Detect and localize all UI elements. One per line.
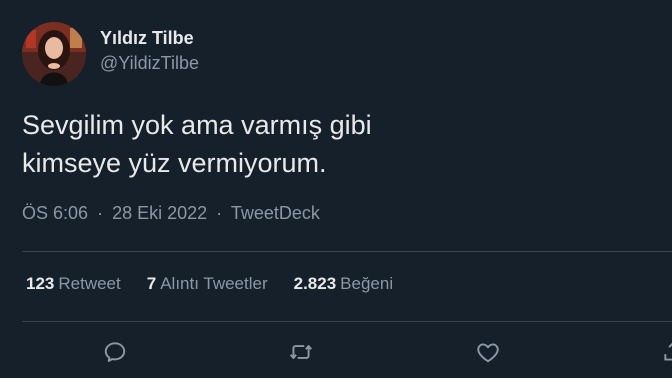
avatar-image <box>22 22 86 86</box>
reply-button[interactable] <box>101 338 129 366</box>
tweet-detail: Yıldız Tilbe @YildizTilbe Sevgilim yok a… <box>0 0 672 378</box>
divider <box>22 321 672 322</box>
like-button[interactable] <box>474 338 502 366</box>
quotes-label: Alıntı Tweetler <box>160 274 268 293</box>
retweet-icon <box>289 345 313 359</box>
tweet-time[interactable]: ÖS 6:06 <box>22 203 88 223</box>
author-names: Yıldız Tilbe @YildizTilbe <box>100 27 199 75</box>
likes-stat[interactable]: 2.823 Beğeni <box>294 274 393 294</box>
tweet-header: Yıldız Tilbe @YildizTilbe <box>22 22 199 86</box>
tweet-meta: ÖS 6:06 · 28 Eki 2022 · TweetDeck <box>22 203 320 224</box>
display-name[interactable]: Yıldız Tilbe <box>100 27 199 49</box>
tweet-actions <box>0 338 672 368</box>
retweets-label: Retweet <box>58 274 121 293</box>
separator: · <box>97 203 104 223</box>
avatar[interactable] <box>22 22 86 86</box>
tweet-text-line-1: Sevgilim yok ama varmış gibi <box>22 110 372 140</box>
retweets-stat[interactable]: 123 Retweet <box>26 274 121 294</box>
tweet-date[interactable]: 28 Eki 2022 <box>112 203 207 223</box>
tweet-source[interactable]: TweetDeck <box>231 203 320 223</box>
tweet-stats: 123 Retweet 7 Alıntı Tweetler 2.823 Beğeni <box>26 274 419 294</box>
retweet-button[interactable] <box>287 338 315 366</box>
likes-label: Beğeni <box>340 274 394 293</box>
quotes-count: 7 <box>146 274 157 293</box>
divider <box>22 251 672 252</box>
tweet-text-line-2: kimseye yüz vermiyorum. <box>22 148 327 178</box>
likes-count: 2.823 <box>293 274 337 293</box>
quotes-stat[interactable]: 7 Alıntı Tweetler <box>147 274 268 294</box>
reply-icon <box>104 342 126 362</box>
handle[interactable]: @YildizTilbe <box>100 51 199 75</box>
tweet-text: Sevgilim yok ama varmış gibi kimseye yüz… <box>22 106 642 182</box>
like-icon <box>477 343 499 363</box>
separator: · <box>216 203 223 223</box>
share-button[interactable] <box>660 338 672 366</box>
retweets-count: 123 <box>26 274 55 293</box>
share-icon <box>664 342 672 361</box>
